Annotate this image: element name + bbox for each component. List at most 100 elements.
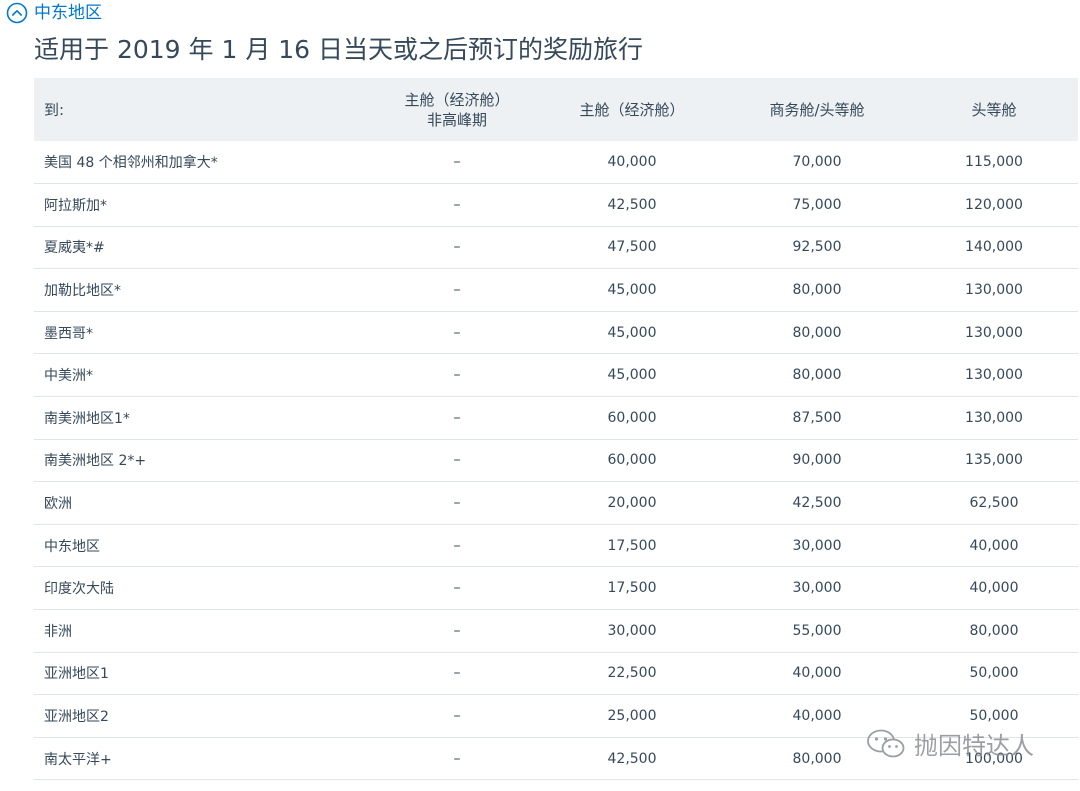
cell-main-cabin-off-peak: – xyxy=(453,665,461,682)
page-title: 适用于 2019 年 1 月 16 日当天或之后预订的奖励旅行 xyxy=(34,35,644,64)
cell-main-cabin: 22,500 xyxy=(607,665,657,682)
cell-main-cabin-off-peak: – xyxy=(453,580,461,597)
cell-first: 50,000 xyxy=(969,708,1019,725)
cell-destination: 亚洲地区1 xyxy=(44,666,109,683)
cell-main-cabin-off-peak: – xyxy=(453,537,461,554)
cell-business-first: 70,000 xyxy=(792,154,842,171)
table-row: 美国 48 个相邻州和加拿大* – 40,000 70,000 115,000 xyxy=(34,141,1078,184)
table-row: 亚洲地区2 – 25,000 40,000 50,000 xyxy=(34,695,1078,738)
cell-first: 62,500 xyxy=(969,495,1019,512)
cell-main-cabin-off-peak: – xyxy=(453,239,461,256)
cell-main-cabin-off-peak: – xyxy=(453,409,461,426)
cell-business-first: 30,000 xyxy=(792,580,842,597)
cell-main-cabin: 47,500 xyxy=(607,239,657,256)
cell-main-cabin-off-peak: – xyxy=(453,282,461,299)
cell-business-first: 80,000 xyxy=(792,324,842,341)
cell-main-cabin-off-peak: – xyxy=(453,622,461,639)
cell-business-first: 40,000 xyxy=(792,708,842,725)
cell-main-cabin-off-peak: – xyxy=(453,495,461,512)
cell-first: 50,000 xyxy=(969,665,1019,682)
cell-destination: 印度次大陆 xyxy=(44,581,114,598)
cell-business-first: 75,000 xyxy=(792,196,842,213)
header-first: 头等舱 xyxy=(971,100,1017,119)
cell-main-cabin: 42,500 xyxy=(607,750,657,767)
cell-business-first: 90,000 xyxy=(792,452,842,469)
cell-main-cabin: 25,000 xyxy=(607,708,657,725)
table-row: 亚洲地区1 – 22,500 40,000 50,000 xyxy=(34,652,1078,695)
cell-main-cabin-off-peak: – xyxy=(453,154,461,171)
cell-first: 140,000 xyxy=(965,239,1023,256)
header-main-cabin: 主舱（经济舱） xyxy=(579,100,685,119)
cell-first: 135,000 xyxy=(965,452,1023,469)
table-row: 夏威夷*# – 47,500 92,500 140,000 xyxy=(34,226,1078,269)
cell-main-cabin-off-peak: – xyxy=(453,708,461,725)
cell-main-cabin-off-peak: – xyxy=(453,452,461,469)
cell-business-first: 92,500 xyxy=(792,239,842,256)
header-destination: 到: xyxy=(44,100,65,119)
cell-destination: 中美洲* xyxy=(44,368,93,385)
cell-main-cabin: 20,000 xyxy=(607,495,657,512)
cell-main-cabin: 30,000 xyxy=(607,622,657,639)
table-row: 中东地区 – 17,500 30,000 40,000 xyxy=(34,524,1078,567)
cell-business-first: 87,500 xyxy=(792,409,842,426)
table-row: 非洲 – 30,000 55,000 80,000 xyxy=(34,610,1078,653)
cell-destination: 南太平洋+ xyxy=(44,751,112,768)
header-main-cabin-off-peak: 主舱（经济舱） 非高峰期 xyxy=(404,90,510,129)
section-toggle[interactable]: 中东地区 xyxy=(6,1,102,25)
cell-main-cabin-off-peak: – xyxy=(453,367,461,384)
cell-first: 80,000 xyxy=(969,622,1019,639)
table-row: 墨西哥* – 45,000 80,000 130,000 xyxy=(34,311,1078,354)
table-body: 美国 48 个相邻州和加拿大* – 40,000 70,000 115,000 阿拉斯加*… xyxy=(34,141,1078,780)
cell-main-cabin: 60,000 xyxy=(607,452,657,469)
cell-first: 120,000 xyxy=(965,196,1023,213)
table-row: 中美洲* – 45,000 80,000 130,000 xyxy=(34,354,1078,397)
cell-destination: 墨西哥* xyxy=(44,325,93,342)
table-row: 南美洲地区 2*+ – 60,000 90,000 135,000 xyxy=(34,439,1078,482)
cell-business-first: 80,000 xyxy=(792,750,842,767)
cell-business-first: 55,000 xyxy=(792,622,842,639)
cell-business-first: 80,000 xyxy=(792,282,842,299)
chevron-up-circle-icon xyxy=(6,2,28,24)
cell-business-first: 42,500 xyxy=(792,495,842,512)
cell-first: 115,000 xyxy=(965,154,1023,171)
cell-main-cabin: 42,500 xyxy=(607,196,657,213)
cell-destination: 中东地区 xyxy=(44,538,100,555)
cell-first: 130,000 xyxy=(965,324,1023,341)
table-row: 南太平洋+ – 42,500 80,000 100,000 xyxy=(34,737,1078,780)
cell-main-cabin: 45,000 xyxy=(607,367,657,384)
cell-business-first: 30,000 xyxy=(792,537,842,554)
cell-first: 130,000 xyxy=(965,367,1023,384)
section-label: 中东地区 xyxy=(34,3,102,23)
table-row: 欧洲 – 20,000 42,500 62,500 xyxy=(34,482,1078,525)
cell-destination: 阿拉斯加* xyxy=(44,197,107,214)
table-header: 到: 主舱（经济舱） 非高峰期 主舱（经济舱） 商务舱/头等舱 头等舱 xyxy=(34,78,1078,141)
header-row: 到: 主舱（经济舱） 非高峰期 主舱（经济舱） 商务舱/头等舱 头等舱 xyxy=(34,78,1078,141)
cell-first: 100,000 xyxy=(965,750,1023,767)
header-business-first: 商务舱/头等舱 xyxy=(769,100,865,119)
cell-main-cabin: 60,000 xyxy=(607,409,657,426)
cell-main-cabin-off-peak: – xyxy=(453,324,461,341)
cell-business-first: 80,000 xyxy=(792,367,842,384)
cell-destination: 欧洲 xyxy=(44,496,72,513)
cell-first: 130,000 xyxy=(965,409,1023,426)
award-chart-table: 到: 主舱（经济舱） 非高峰期 主舱（经济舱） 商务舱/头等舱 头等舱 美国 48… xyxy=(34,78,1078,780)
cell-main-cabin: 40,000 xyxy=(607,154,657,171)
cell-destination: 南美洲地区 2*+ xyxy=(44,453,147,470)
table-row: 加勒比地区* – 45,000 80,000 130,000 xyxy=(34,269,1078,312)
cell-first: 40,000 xyxy=(969,580,1019,597)
cell-destination: 夏威夷*# xyxy=(44,240,105,257)
table-row: 阿拉斯加* – 42,500 75,000 120,000 xyxy=(34,184,1078,227)
table-row: 印度次大陆 – 17,500 30,000 40,000 xyxy=(34,567,1078,610)
cell-business-first: 40,000 xyxy=(792,665,842,682)
cell-main-cabin: 17,500 xyxy=(607,537,657,554)
cell-main-cabin-off-peak: – xyxy=(453,196,461,213)
cell-destination: 美国 48 个相邻州和加拿大* xyxy=(44,155,218,172)
cell-first: 130,000 xyxy=(965,282,1023,299)
cell-destination: 非洲 xyxy=(44,623,72,640)
cell-main-cabin: 45,000 xyxy=(607,282,657,299)
cell-main-cabin-off-peak: – xyxy=(453,750,461,767)
cell-destination: 加勒比地区* xyxy=(44,283,121,300)
cell-destination: 南美洲地区1* xyxy=(44,410,130,427)
cell-destination: 亚洲地区2 xyxy=(44,709,109,726)
cell-first: 40,000 xyxy=(969,537,1019,554)
